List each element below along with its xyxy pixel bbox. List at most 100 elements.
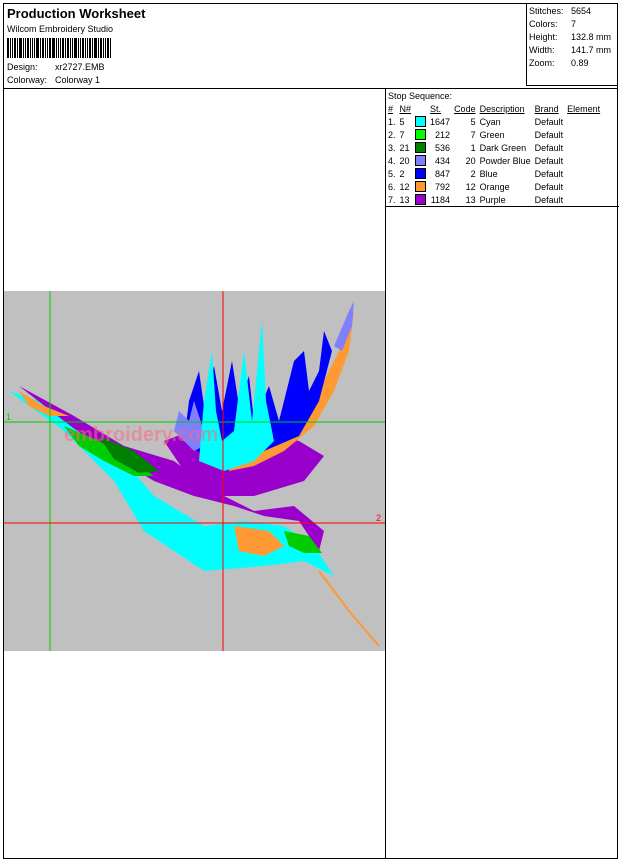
cell-n: 13 bbox=[399, 194, 410, 205]
barcode-bar bbox=[60, 38, 61, 58]
element-cell bbox=[565, 154, 602, 167]
barcode-bar bbox=[58, 38, 59, 58]
col-code: Code bbox=[454, 103, 476, 114]
software-name: Wilcom Embroidery Studio bbox=[7, 24, 114, 34]
barcode-bar bbox=[78, 38, 79, 58]
cell-st: 212 bbox=[435, 129, 451, 140]
cell-code: 7 bbox=[470, 129, 476, 140]
design-stats: Stitches: 5654 Colors: 7 Height: 132.8 mm W… bbox=[526, 4, 617, 86]
stat-stitches: Stitches: 5654 bbox=[529, 6, 591, 16]
col-index: # bbox=[388, 103, 394, 114]
color-swatch bbox=[415, 116, 427, 128]
barcode-bar bbox=[62, 38, 64, 58]
design-row: Design: xr2727.EMB bbox=[7, 62, 105, 72]
stat-value: 132.8 mm bbox=[571, 32, 612, 42]
colorway-row: Colorway: Colorway 1 bbox=[7, 75, 100, 85]
barcode-bar bbox=[98, 38, 99, 58]
watermark: embroidery.com bbox=[64, 424, 218, 446]
barcode-bar bbox=[100, 38, 102, 58]
cell-idx: 5. bbox=[388, 168, 396, 179]
element-cell bbox=[565, 128, 602, 141]
cell-idx: 3. bbox=[388, 142, 396, 153]
stat-width: Width: 141.7 mm bbox=[529, 45, 611, 55]
barcode-bar bbox=[36, 38, 39, 58]
element-cell bbox=[565, 167, 602, 180]
marker-2: 2 bbox=[376, 513, 381, 523]
worksheet-header: Production Worksheet Wilcom Embroidery S… bbox=[4, 4, 617, 89]
cell-st: 792 bbox=[435, 181, 451, 192]
table-row: 4. 20 434 20 Powder Blue Default bbox=[386, 154, 602, 167]
col-needle: N# bbox=[399, 103, 412, 114]
barcode-bar bbox=[47, 38, 48, 58]
color-swatch bbox=[415, 168, 427, 180]
table-row: 3. 21 536 1 Dark Green Default bbox=[386, 141, 602, 154]
cell-desc: Dark Green bbox=[479, 142, 527, 153]
colorway-label: Colorway: bbox=[7, 75, 48, 85]
cell-st: 1647 bbox=[430, 116, 451, 127]
stop-sequence-table: # N# St. Code Description Brand Element … bbox=[386, 102, 602, 206]
cell-idx: 4. bbox=[388, 155, 396, 166]
table-row: 7. 13 1184 13 Purple Default bbox=[386, 193, 602, 206]
stat-label: Zoom: bbox=[529, 58, 555, 68]
barcode-bar bbox=[87, 38, 88, 58]
cell-code: 1 bbox=[470, 142, 476, 153]
cell-n: 12 bbox=[399, 181, 410, 192]
barcode-bar bbox=[56, 38, 57, 58]
cell-code: 12 bbox=[465, 181, 476, 192]
barcode-bar bbox=[72, 38, 73, 58]
cell-n: 2 bbox=[399, 168, 405, 179]
col-swatch bbox=[413, 102, 428, 115]
barcode-bar bbox=[103, 38, 104, 58]
barcode-bar bbox=[14, 38, 16, 58]
cell-st: 434 bbox=[435, 155, 451, 166]
element-cell bbox=[565, 141, 602, 154]
color-swatch-cell bbox=[413, 193, 428, 206]
cell-idx: 6. bbox=[388, 181, 396, 192]
stat-colors: Colors: 7 bbox=[529, 19, 576, 29]
stat-label: Height: bbox=[529, 32, 558, 42]
cell-n: 21 bbox=[399, 142, 410, 153]
barcode-bar bbox=[23, 38, 24, 58]
cell-code: 2 bbox=[470, 168, 476, 179]
orange-beak bbox=[318, 570, 380, 647]
color-swatch-cell bbox=[413, 128, 428, 141]
color-swatch-cell bbox=[413, 154, 428, 167]
barcode-bar bbox=[94, 38, 97, 58]
barcode-bar bbox=[67, 38, 69, 58]
cell-idx: 1. bbox=[388, 116, 396, 127]
table-row: 6. 12 792 12 Orange Default bbox=[386, 180, 602, 193]
cell-desc: Blue bbox=[479, 168, 498, 179]
barcode-bar bbox=[107, 38, 109, 58]
barcode-bar bbox=[45, 38, 46, 58]
barcode-bar bbox=[52, 38, 55, 58]
color-swatch bbox=[415, 129, 427, 141]
worksheet: Production Worksheet Wilcom Embroidery S… bbox=[3, 3, 619, 859]
table-row: 1. 5 1647 5 Cyan Default bbox=[386, 115, 602, 128]
design-label: Design: bbox=[7, 62, 38, 72]
barcode-bar bbox=[42, 38, 44, 58]
barcode-bar bbox=[17, 38, 18, 58]
barcode-bar bbox=[49, 38, 51, 58]
color-swatch bbox=[415, 155, 427, 167]
cell-desc: Orange bbox=[479, 181, 510, 192]
barcode-bar bbox=[65, 38, 66, 58]
color-swatch bbox=[415, 142, 427, 154]
color-swatch-cell bbox=[413, 180, 428, 193]
barcode-bar bbox=[85, 38, 86, 58]
table-row: 5. 2 847 2 Blue Default bbox=[386, 167, 602, 180]
element-cell bbox=[565, 180, 602, 193]
color-swatch-cell bbox=[413, 141, 428, 154]
cell-code: 20 bbox=[465, 155, 476, 166]
cell-brand: Default bbox=[534, 116, 564, 127]
col-description: Description bbox=[479, 103, 525, 114]
cell-desc: Cyan bbox=[479, 116, 501, 127]
stop-sequence-panel: Stop Sequence: # N# St. Code Description… bbox=[386, 88, 619, 207]
barcode-bar bbox=[12, 38, 13, 58]
col-stitches: St. bbox=[430, 103, 442, 114]
cell-n: 5 bbox=[399, 116, 405, 127]
cell-n: 20 bbox=[399, 155, 410, 166]
cell-brand: Default bbox=[534, 181, 564, 192]
barcode-bar bbox=[30, 38, 31, 58]
barcode bbox=[7, 38, 112, 58]
barcode-bar bbox=[70, 38, 71, 58]
